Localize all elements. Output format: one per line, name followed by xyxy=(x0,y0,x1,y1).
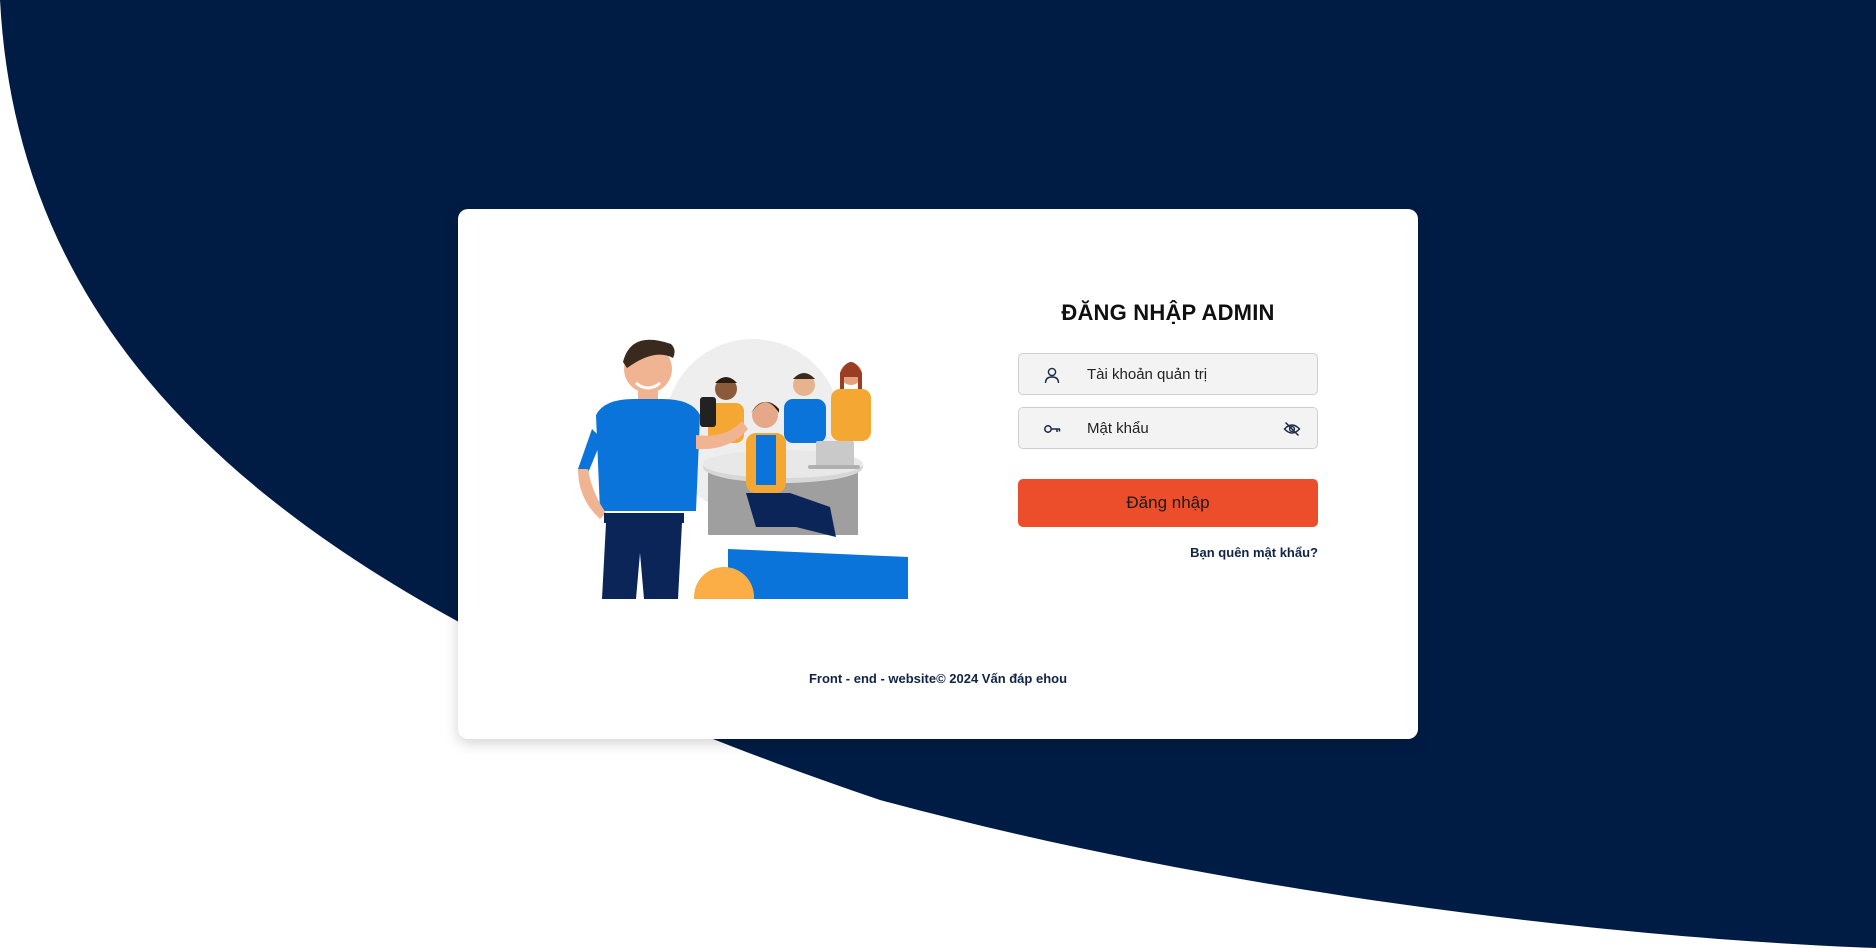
username-input[interactable] xyxy=(1087,354,1277,394)
login-button[interactable]: Đăng nhập xyxy=(1018,479,1318,527)
password-field-wrapper xyxy=(1018,407,1318,449)
eye-off-icon[interactable] xyxy=(1283,420,1301,438)
team-illustration xyxy=(578,339,908,599)
login-card: ĐĂNG NHẬP ADMIN Đăng nhập Bạn quên mật k… xyxy=(458,209,1418,739)
page-title: ĐĂNG NHẬP ADMIN xyxy=(1061,300,1275,325)
forgot-password-link[interactable]: Bạn quên mật khẩu? xyxy=(1018,545,1318,560)
username-field-wrapper xyxy=(1018,353,1318,395)
user-icon xyxy=(1044,367,1060,384)
login-form: ĐĂNG NHẬP ADMIN Đăng nhập Bạn quên mật k… xyxy=(1018,299,1318,560)
footer-copyright: Front - end - website© 2024 Vấn đáp ehou xyxy=(808,671,1068,686)
password-input[interactable] xyxy=(1087,408,1277,448)
key-icon xyxy=(1044,425,1061,433)
